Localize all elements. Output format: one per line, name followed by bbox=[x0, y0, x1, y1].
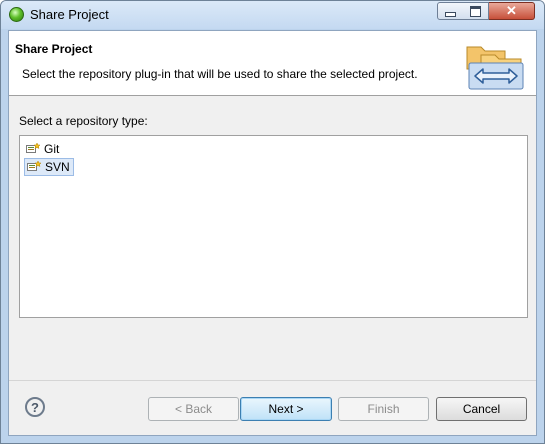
wizard-description: Select the repository plug-in that will … bbox=[22, 67, 418, 81]
share-folders-icon bbox=[466, 46, 524, 90]
finish-button[interactable]: Finish bbox=[338, 397, 429, 421]
minimize-button[interactable] bbox=[437, 2, 464, 20]
minimize-icon bbox=[445, 11, 456, 17]
back-button[interactable]: < Back bbox=[148, 397, 239, 421]
git-repository-icon bbox=[26, 143, 40, 153]
close-button[interactable]: ✕ bbox=[489, 2, 535, 20]
footer-separator bbox=[9, 380, 536, 381]
eclipse-icon bbox=[9, 7, 24, 22]
maximize-icon bbox=[470, 5, 481, 17]
close-icon: ✕ bbox=[506, 3, 517, 18]
repository-type-list[interactable]: Git SVN bbox=[19, 135, 528, 318]
title-bar[interactable]: Share Project ✕ bbox=[1, 1, 544, 29]
window-title: Share Project bbox=[30, 7, 109, 22]
share-project-dialog: Share Project ✕ Share Project Select the… bbox=[0, 0, 545, 444]
dialog-body: Share Project Select the repository plug… bbox=[8, 30, 537, 436]
help-icon: ? bbox=[31, 399, 39, 415]
next-button[interactable]: Next > bbox=[240, 397, 332, 421]
help-button[interactable]: ? bbox=[25, 397, 45, 417]
list-item-label: SVN bbox=[45, 160, 70, 174]
wizard-title: Share Project bbox=[15, 42, 93, 56]
list-item-svn[interactable]: SVN bbox=[24, 158, 74, 176]
cancel-button[interactable]: Cancel bbox=[436, 397, 527, 421]
list-item-git[interactable]: Git bbox=[24, 140, 62, 158]
maximize-button[interactable] bbox=[463, 2, 489, 20]
repository-type-label: Select a repository type: bbox=[19, 114, 148, 128]
wizard-header: Share Project Select the repository plug… bbox=[9, 31, 536, 96]
list-item-label: Git bbox=[44, 142, 60, 156]
svn-repository-icon bbox=[27, 161, 41, 171]
